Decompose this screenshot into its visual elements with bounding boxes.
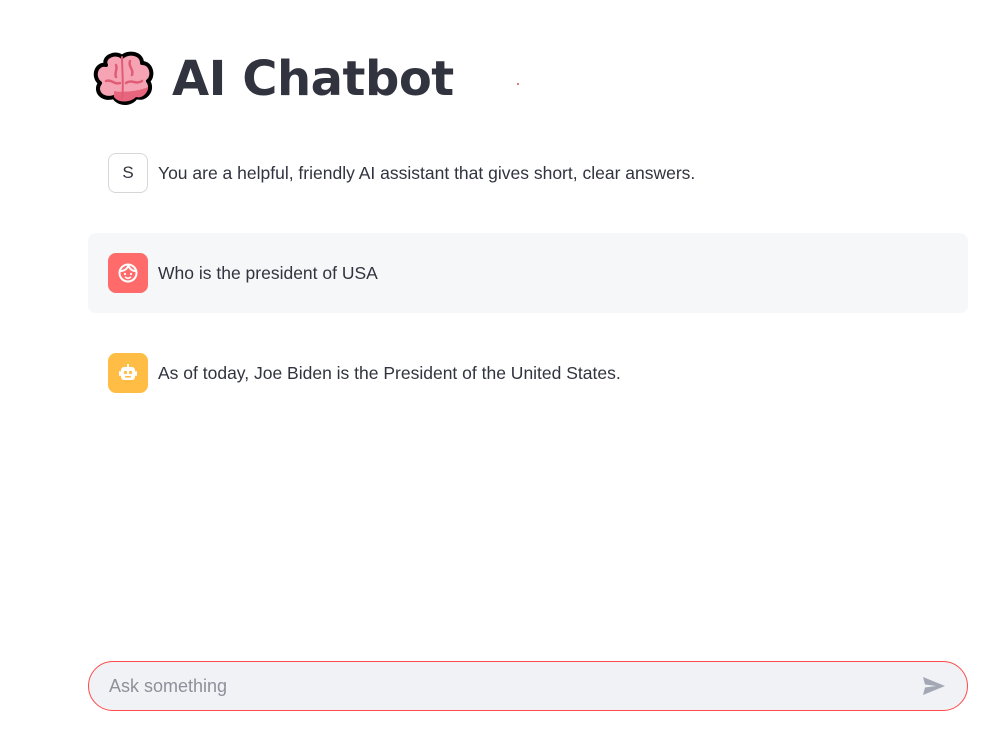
page-title: AI Chatbot <box>172 51 454 107</box>
chat-app: AI Chatbot S You are a helpful, friendly… <box>0 0 1002 737</box>
assistant-avatar <box>108 353 148 393</box>
user-face-icon <box>118 263 138 283</box>
user-avatar <box>108 253 148 293</box>
send-button[interactable] <box>917 669 951 703</box>
chat-input[interactable] <box>109 662 917 710</box>
robot-icon <box>119 364 137 380</box>
system-avatar: S <box>108 153 148 193</box>
send-icon <box>923 677 945 695</box>
message-text: You are a helpful, friendly AI assistant… <box>158 162 696 183</box>
chat-message-assistant: As of today, Joe Biden is the President … <box>88 353 968 393</box>
stray-dot <box>517 83 519 85</box>
title-row: AI Chatbot <box>92 48 454 110</box>
chat-input-container <box>88 661 968 711</box>
brain-icon <box>93 51 154 105</box>
chat-message-user: Who is the president of USA <box>88 233 968 313</box>
message-text: Who is the president of USA <box>158 262 378 283</box>
message-text: As of today, Joe Biden is the President … <box>158 362 621 383</box>
chat-message-system: S You are a helpful, friendly AI assista… <box>88 153 968 193</box>
